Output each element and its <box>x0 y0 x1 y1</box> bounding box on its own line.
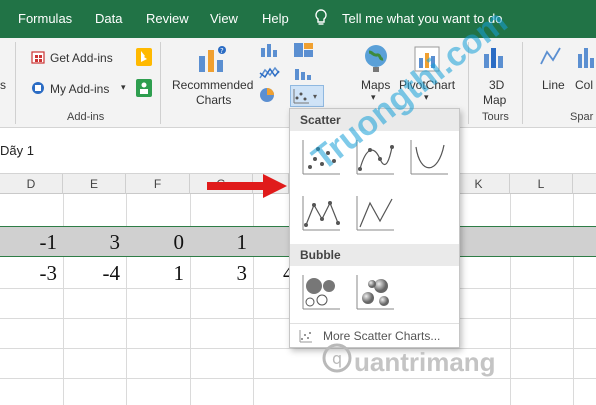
column-header-f[interactable]: F <box>126 174 190 194</box>
dropdown-divider <box>290 323 459 324</box>
svg-text:▾: ▾ <box>313 92 317 101</box>
column-chart-icon[interactable] <box>259 42 281 61</box>
ribbon-cut-label: s <box>0 78 6 92</box>
line-chart-icon[interactable] <box>259 65 281 84</box>
svg-text:?: ? <box>220 47 224 55</box>
gridline <box>0 378 596 379</box>
more-scatter-charts-link[interactable]: More Scatter Charts... <box>323 329 440 343</box>
3d-map-label-1[interactable]: 3D <box>489 78 504 92</box>
gridline <box>0 348 596 349</box>
column-header-e[interactable]: E <box>63 174 126 194</box>
bing-icon[interactable] <box>136 48 152 69</box>
column-sparkline-icon[interactable] <box>576 44 596 73</box>
scatter-straight-lines-markers-option[interactable] <box>300 193 342 233</box>
bubble-option[interactable] <box>300 272 342 312</box>
column-header-d[interactable]: D <box>0 174 63 194</box>
cell-g2[interactable]: 3 <box>190 258 253 288</box>
statistic-chart-icon[interactable] <box>293 65 315 84</box>
column-header-l[interactable]: L <box>510 174 573 194</box>
cell-e2[interactable]: -4 <box>63 258 126 288</box>
globe-icon[interactable] <box>363 44 389 77</box>
column-sparkline-button[interactable]: Col <box>575 78 593 92</box>
ribbon-separator <box>15 42 16 124</box>
menu-data[interactable]: Data <box>95 11 122 26</box>
ribbon-separator <box>522 42 523 124</box>
my-addins-icon[interactable] <box>31 81 45 98</box>
svg-text:q: q <box>332 349 342 368</box>
cell-f1[interactable]: 0 <box>126 227 190 257</box>
scatter-chart-button[interactable]: ▾ <box>290 85 324 107</box>
scatter-straight-lines-option[interactable] <box>354 193 396 233</box>
tours-group-label: Tours <box>482 111 509 123</box>
cell-d1[interactable]: -1 <box>0 227 63 257</box>
menu-view[interactable]: View <box>210 11 238 26</box>
3d-map-label-2[interactable]: Map <box>483 93 506 107</box>
red-arrow-icon <box>207 174 289 201</box>
chevron-down-icon[interactable]: ▾ <box>121 82 126 93</box>
lightbulb-icon[interactable] <box>314 9 328 30</box>
menu-formulas[interactable]: Formulas <box>18 11 72 26</box>
line-sparkline-icon[interactable] <box>540 44 562 73</box>
bubble-header: Bubble <box>290 244 459 266</box>
scatter-small-icon <box>299 329 313 346</box>
cell-f2[interactable]: 1 <box>126 258 190 288</box>
get-addins-button[interactable]: Get Add-ins <box>50 51 113 65</box>
recommended-charts-icon[interactable]: ? <box>197 44 227 77</box>
menu-review[interactable]: Review <box>146 11 189 26</box>
hierarchy-chart-icon[interactable] <box>293 42 315 61</box>
ribbon-separator <box>160 42 161 124</box>
scatter-smooth-lines-option[interactable] <box>408 137 450 177</box>
store-icon[interactable] <box>31 50 45 67</box>
addins-group-label: Add-ins <box>67 111 105 123</box>
line-sparkline-button[interactable]: Line <box>542 78 565 92</box>
my-addins-button[interactable]: My Add-ins <box>50 82 109 96</box>
pie-chart-icon[interactable] <box>259 87 281 106</box>
name-box[interactable]: Dãy 1 <box>0 143 34 158</box>
watermark-bottom: uantrimang <box>354 347 496 377</box>
sparklines-group-label: Spar <box>570 111 594 123</box>
3d-bubble-option[interactable] <box>354 272 396 312</box>
people-graph-icon[interactable] <box>136 79 152 100</box>
recommended-charts-label-1[interactable]: Recommended <box>172 78 253 92</box>
cell-e1[interactable]: 3 <box>63 227 126 257</box>
recommended-charts-label-2[interactable]: Charts <box>196 93 231 107</box>
menu-help[interactable]: Help <box>262 11 289 26</box>
cell-g1[interactable]: 1 <box>190 227 253 257</box>
watermark-logo-icon: q <box>322 343 352 376</box>
cell-d2[interactable]: -3 <box>0 258 63 288</box>
